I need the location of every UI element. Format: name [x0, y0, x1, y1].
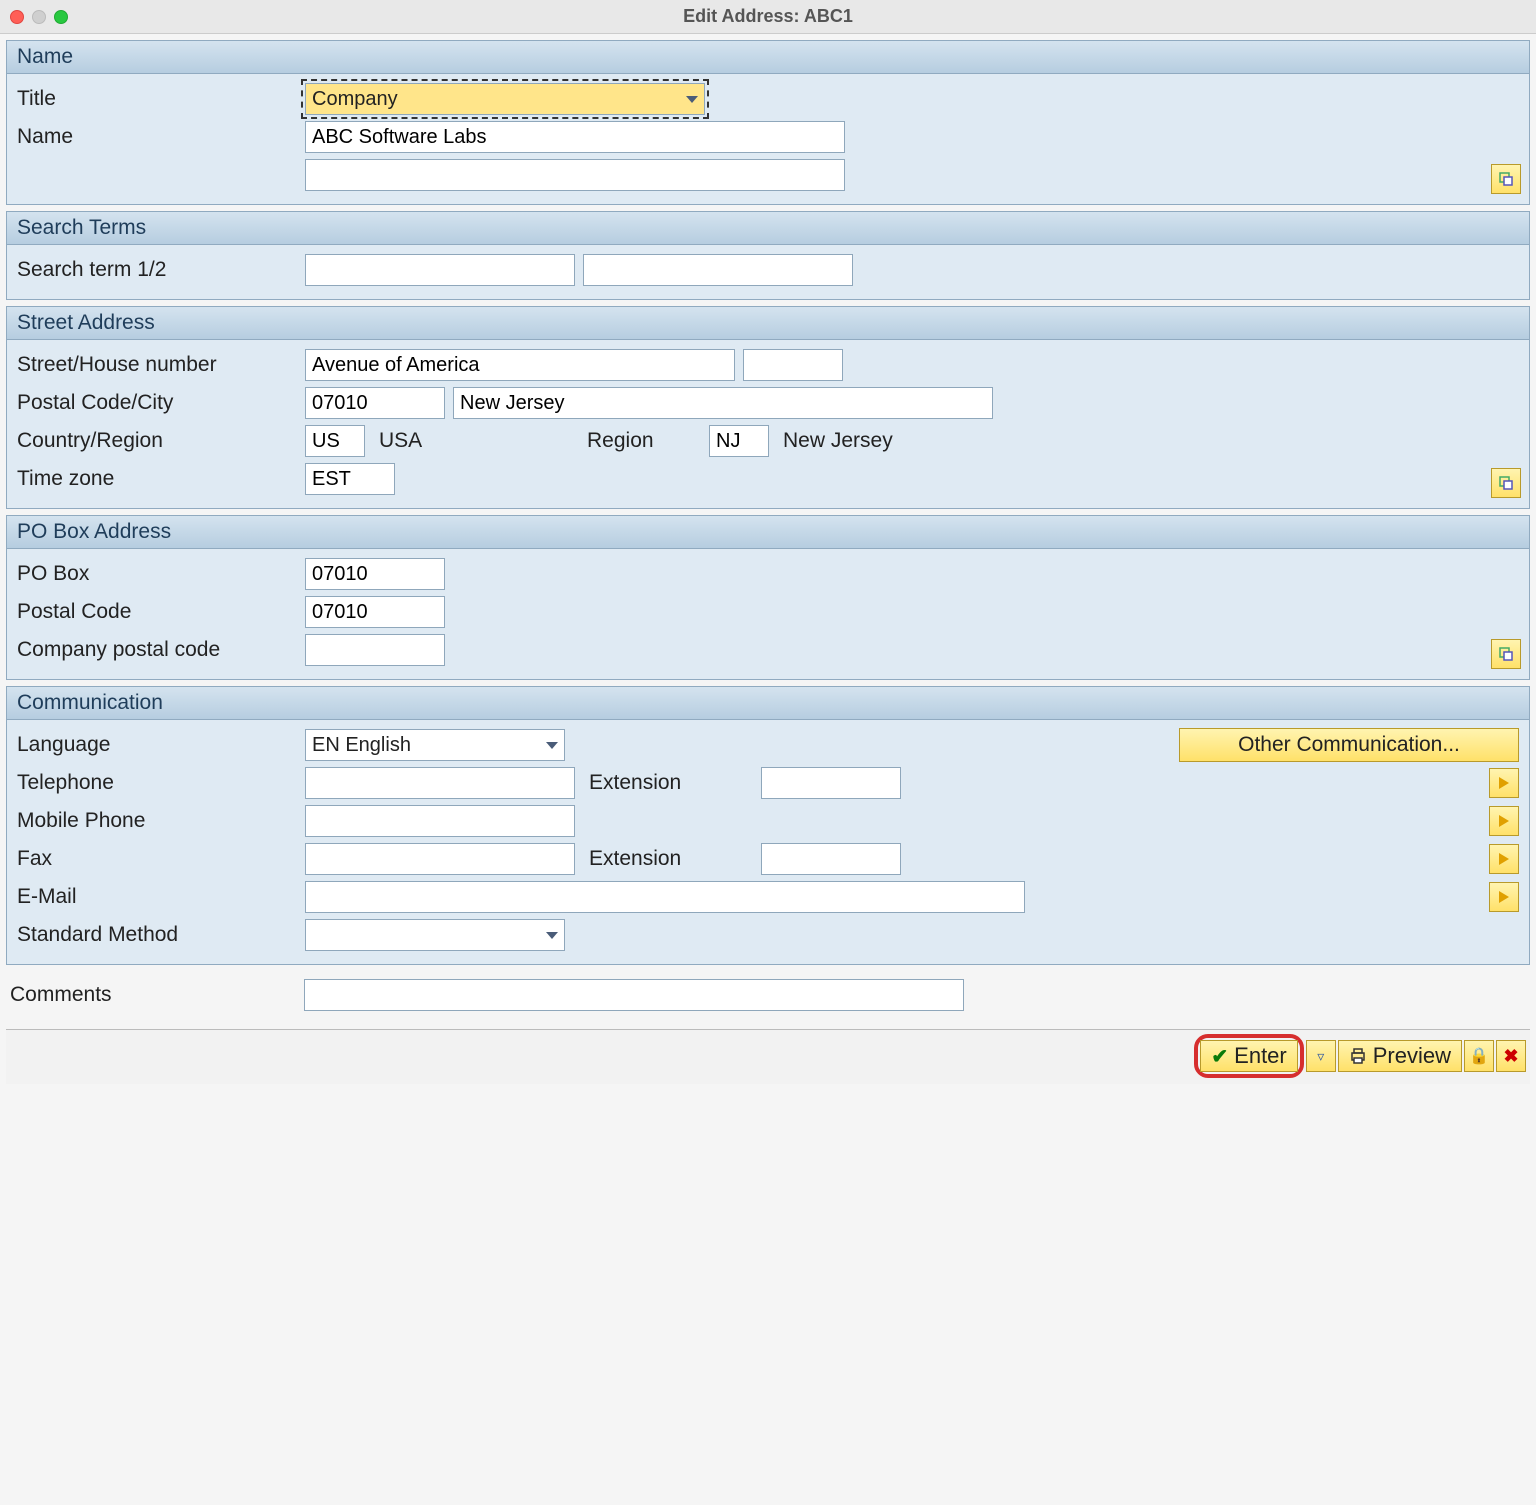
telephone-label: Telephone	[17, 767, 297, 799]
arrow-right-icon	[1499, 815, 1509, 827]
comments-label: Comments	[10, 979, 296, 1011]
group-search-header: Search Terms	[7, 212, 1529, 245]
po-postal-label: Postal Code	[17, 596, 297, 628]
title-select[interactable]: Company	[305, 83, 705, 115]
printer-icon	[1349, 1047, 1367, 1065]
titlebar: Edit Address: ABC1	[0, 0, 1536, 34]
chevron-down-icon	[546, 742, 558, 749]
language-label: Language	[17, 729, 297, 761]
search-term2-input[interactable]	[583, 254, 853, 286]
arrow-right-icon	[1499, 853, 1509, 865]
pobox-label: PO Box	[17, 558, 297, 590]
enter-label: Enter	[1234, 1043, 1287, 1069]
funnel-icon: ▿	[1317, 1048, 1324, 1065]
telephone-input[interactable]	[305, 767, 575, 799]
dropdown-button[interactable]: ▿	[1306, 1040, 1336, 1072]
fax-input[interactable]	[305, 843, 575, 875]
expand-name-button[interactable]	[1491, 164, 1521, 194]
standard-method-select[interactable]	[305, 919, 565, 951]
fax-more-button[interactable]	[1489, 844, 1519, 874]
group-street: Street Address Street/House number Posta…	[6, 306, 1530, 509]
fax-ext-label: Extension	[583, 847, 753, 871]
preview-label: Preview	[1373, 1043, 1451, 1069]
expand-pobox-button[interactable]	[1491, 639, 1521, 669]
country-code-input[interactable]	[305, 425, 365, 457]
chevron-down-icon	[546, 932, 558, 939]
language-value: EN English	[312, 734, 411, 757]
fax-label: Fax	[17, 843, 297, 875]
timezone-input[interactable]	[305, 463, 395, 495]
lock-icon: 🔒	[1469, 1046, 1489, 1066]
group-name: Name Title Company Name	[6, 40, 1530, 205]
name-input[interactable]	[305, 121, 845, 153]
comments-row: Comments	[6, 979, 1530, 1011]
standard-method-label: Standard Method	[17, 919, 297, 951]
email-label: E-Mail	[17, 881, 297, 913]
timezone-label: Time zone	[17, 463, 297, 495]
email-input[interactable]	[305, 881, 1025, 913]
mobile-label: Mobile Phone	[17, 805, 297, 837]
x-icon: ✖	[1503, 1046, 1518, 1067]
group-communication: Communication Language EN English Other …	[6, 686, 1530, 965]
lock-button[interactable]: 🔒	[1464, 1040, 1494, 1072]
preview-button[interactable]: Preview	[1338, 1040, 1462, 1072]
group-search: Search Terms Search term 1/2	[6, 211, 1530, 300]
expand-street-button[interactable]	[1491, 468, 1521, 498]
chevron-down-icon	[686, 96, 698, 103]
arrow-right-icon	[1499, 777, 1509, 789]
email-more-button[interactable]	[1489, 882, 1519, 912]
mobile-input[interactable]	[305, 805, 575, 837]
postal-code-input[interactable]	[305, 387, 445, 419]
window-title: Edit Address: ABC1	[0, 6, 1536, 27]
pobox-input[interactable]	[305, 558, 445, 590]
telephone-ext-label: Extension	[583, 771, 753, 795]
country-region-label: Country/Region	[17, 425, 297, 457]
company-postal-label: Company postal code	[17, 634, 297, 666]
expand-icon	[1498, 475, 1514, 491]
enter-highlight: ✔ Enter	[1194, 1034, 1303, 1078]
cancel-button[interactable]: ✖	[1496, 1040, 1526, 1072]
footer-toolbar: ✔ Enter ▿ Preview 🔒 ✖	[6, 1029, 1530, 1084]
check-icon: ✔	[1211, 1044, 1228, 1069]
telephone-ext-input[interactable]	[761, 767, 901, 799]
street-input[interactable]	[305, 349, 735, 381]
other-communication-button[interactable]: Other Communication...	[1179, 728, 1519, 762]
expand-icon	[1498, 646, 1514, 662]
po-postal-input[interactable]	[305, 596, 445, 628]
search-term-label: Search term 1/2	[17, 254, 297, 286]
mobile-more-button[interactable]	[1489, 806, 1519, 836]
street-label: Street/House number	[17, 349, 297, 381]
group-pobox: PO Box Address PO Box Postal Code Compan…	[6, 515, 1530, 680]
title-label: Title	[17, 83, 297, 115]
fax-ext-input[interactable]	[761, 843, 901, 875]
arrow-right-icon	[1499, 891, 1509, 903]
group-pobox-header: PO Box Address	[7, 516, 1529, 549]
region-code-input[interactable]	[709, 425, 769, 457]
group-street-header: Street Address	[7, 307, 1529, 340]
other-communication-label: Other Communication...	[1238, 733, 1460, 757]
title-value: Company	[312, 88, 398, 111]
name-label: Name	[17, 121, 297, 153]
postal-city-label: Postal Code/City	[17, 387, 297, 419]
telephone-more-button[interactable]	[1489, 768, 1519, 798]
group-communication-header: Communication	[7, 687, 1529, 720]
language-select[interactable]: EN English	[305, 729, 565, 761]
group-name-header: Name	[7, 41, 1529, 74]
city-input[interactable]	[453, 387, 993, 419]
country-name-text: USA	[373, 429, 573, 453]
region-name-text: New Jersey	[777, 429, 899, 453]
company-postal-input[interactable]	[305, 634, 445, 666]
enter-button[interactable]: ✔ Enter	[1200, 1040, 1297, 1072]
comments-input[interactable]	[304, 979, 964, 1011]
search-term1-input[interactable]	[305, 254, 575, 286]
name2-input[interactable]	[305, 159, 845, 191]
region-label: Region	[581, 429, 701, 453]
house-input[interactable]	[743, 349, 843, 381]
expand-icon	[1498, 171, 1514, 187]
